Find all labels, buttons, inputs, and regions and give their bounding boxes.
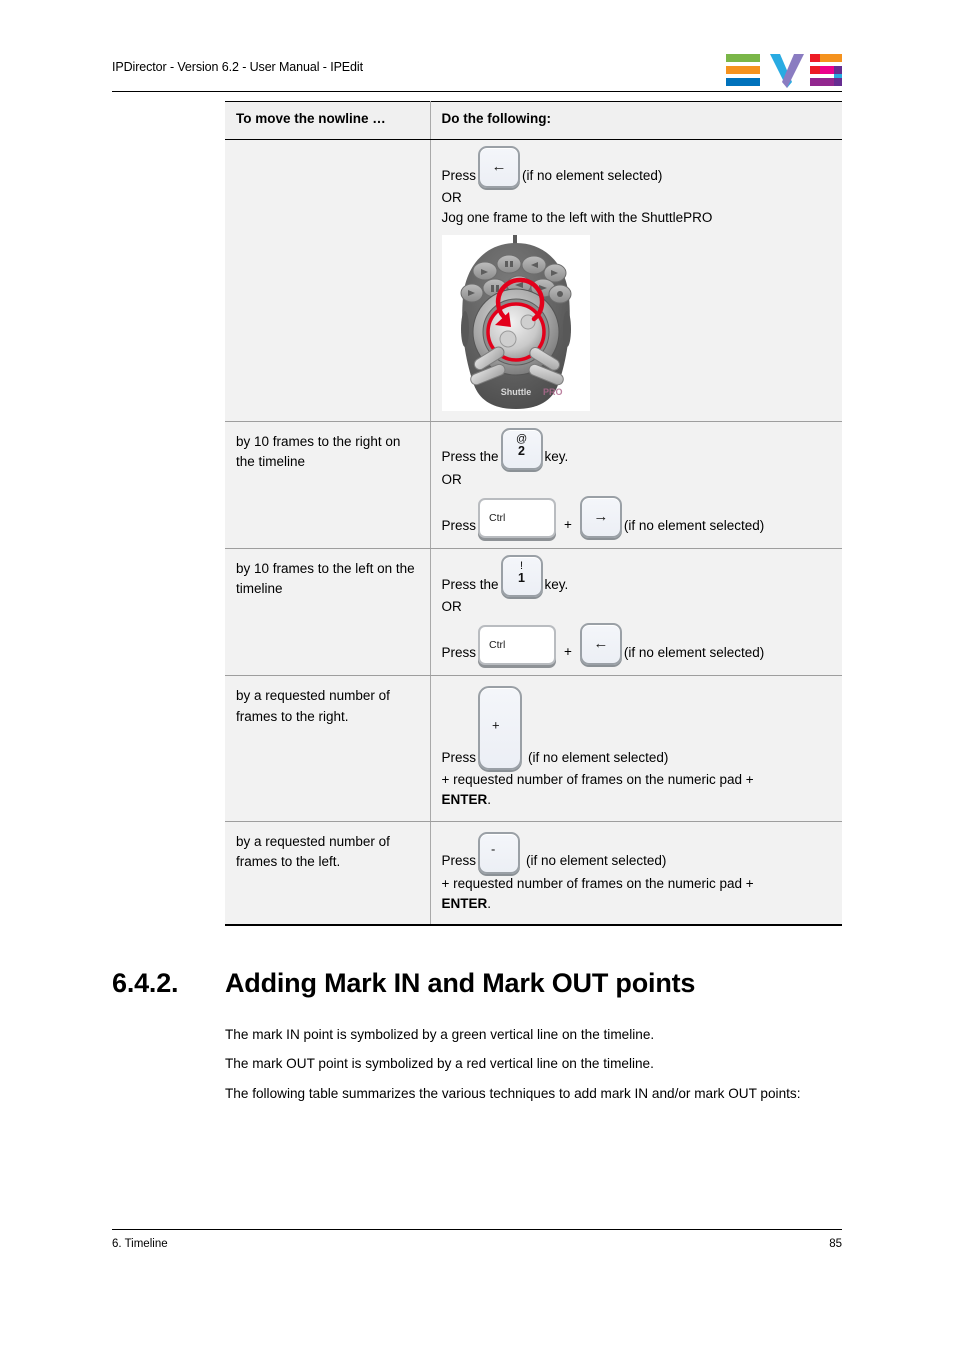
numeric-1-key-label: ! 1 <box>503 560 541 585</box>
right-arrow-key[interactable]: → <box>579 495 622 538</box>
row-action-cell: by a requested number of frames to the r… <box>225 675 431 822</box>
svg-text:PRO: PRO <box>543 387 563 397</box>
left-arrow-key[interactable]: ← <box>478 146 521 188</box>
table-row: by a requested number of frames to the l… <box>225 821 842 926</box>
enter-keyword: ENTER <box>441 895 488 911</box>
ctrl-key[interactable]: Ctrl <box>478 625 557 665</box>
numpad-minus-key[interactable]: - <box>478 831 521 874</box>
ctrl-key-label: Ctrl <box>489 639 506 651</box>
numeric-pad-note: + requested number of frames on the nume… <box>441 772 754 787</box>
table-row: by a requested number of frames to the r… <box>225 675 842 822</box>
press-label: Press <box>441 644 477 660</box>
row-steps-cell: Press the ! 1 key. OR Press Ctrl + ← (if… <box>430 548 842 677</box>
footer-page-number: 85 <box>829 1238 842 1250</box>
document-page: IPDirector - Version 6.2 - User Manual -… <box>0 0 954 1350</box>
section-heading: 6.4.2. Adding Mark IN and Mark OUT points <box>112 968 852 999</box>
row-action-cell <box>225 139 431 422</box>
press-label: Press <box>441 167 477 183</box>
press-left-arrow-instruction: Press ← (if no element selected) <box>442 146 835 188</box>
or-label: OR <box>441 471 462 487</box>
numeric-2-key[interactable]: @ 2 <box>500 427 543 470</box>
condition-label: (if no element selected) <box>522 167 663 183</box>
header-title: IPDirector - Version 6.2 - User Manual -… <box>112 60 363 74</box>
row-steps-cell: Press the @ 2 key. OR Press Ctrl + → (if… <box>430 421 842 549</box>
condition-label: (if no element selected) <box>528 749 669 765</box>
key-suffix-label: key. <box>544 576 569 592</box>
footer-divider <box>112 1229 842 1231</box>
page-header: IPDirector - Version 6.2 - User Manual -… <box>112 52 842 92</box>
evs-logo <box>726 52 842 90</box>
column-header-steps: Do the following: <box>430 101 842 140</box>
shuttlepro-device-image: Shuttle PRO <box>441 234 590 411</box>
numeric-pad-note: + requested number of frames on the nume… <box>441 875 754 891</box>
row-action-label: by 10 frames to the left on the timeline <box>236 560 415 597</box>
or-label: OR <box>441 190 462 205</box>
right-arrow-icon: → <box>593 507 609 525</box>
svg-text:Shuttle: Shuttle <box>500 387 531 397</box>
plus-separator: + <box>564 516 572 532</box>
numeric-2-key-label: @ 2 <box>503 433 541 458</box>
table-row: by 10 frames to the left on the timeline… <box>225 548 842 677</box>
numeric-1-key[interactable]: ! 1 <box>500 554 543 597</box>
left-arrow-icon: ← <box>491 158 507 176</box>
row-action-label: by 10 frames to the right on the timelin… <box>236 433 401 470</box>
row-action-label: by a requested number of frames to the r… <box>236 688 390 724</box>
enter-keyword: ENTER <box>441 792 488 808</box>
condition-label: (if no element selected) <box>623 517 765 533</box>
press-label: Press <box>441 853 477 869</box>
or-label: OR <box>441 598 462 614</box>
paragraph-mark-out: The mark OUT point is symbolized by a re… <box>225 1056 654 1071</box>
press-ctrl-right-instruction: Press Ctrl + → (if no element selected) <box>441 495 835 538</box>
enter-note-tail: . <box>487 792 492 808</box>
key-suffix-label: key. <box>544 449 569 465</box>
ctrl-key-label: Ctrl <box>489 511 506 524</box>
row-action-cell: by 10 frames to the right on the timelin… <box>225 421 431 549</box>
press-numeric-2-instruction: Press the @ 2 key. <box>441 427 835 470</box>
left-arrow-icon: ← <box>593 635 609 653</box>
minus-icon: - <box>491 841 496 857</box>
plus-icon: + <box>492 717 500 733</box>
press-the-label: Press the <box>441 449 499 465</box>
jog-instruction: Jog one frame to the left with the Shutt… <box>441 210 713 226</box>
header-divider <box>112 91 842 92</box>
press-numpad-minus-instruction: Press - (if no element selected) <box>441 831 835 874</box>
row-steps-cell: Press ← (if no element selected) OR Jog … <box>430 139 842 422</box>
row-action-cell: by 10 frames to the left on the timeline <box>225 548 431 677</box>
section-number: 6.4.2. <box>112 968 179 998</box>
condition-label: (if no element selected) <box>623 644 765 660</box>
press-ctrl-left-instruction: Press Ctrl + ← (if no element selected) <box>442 623 835 665</box>
column-header-action: To move the nowline … <box>225 101 431 140</box>
enter-note: ENTER. <box>442 894 835 914</box>
numpad-plus-key[interactable]: + <box>478 686 523 770</box>
left-arrow-key[interactable]: ← <box>579 623 622 665</box>
table-header-row: To move the nowline … Do the following: <box>225 101 842 140</box>
row-action-label: by a requested number of frames to the l… <box>236 833 390 870</box>
nowline-shortcuts-table: To move the nowline … Do the following: … <box>225 101 842 926</box>
row-action-cell: by a requested number of frames to the l… <box>225 821 431 926</box>
press-the-label: Press the <box>441 576 499 592</box>
condition-label: (if no element selected) <box>526 853 667 869</box>
plus-separator: + <box>564 643 572 659</box>
press-numeric-1-instruction: Press the ! 1 key. <box>441 554 835 597</box>
row-steps-cell: Press - (if no element selected) + reque… <box>430 821 842 926</box>
press-label: Press <box>441 517 477 533</box>
press-numpad-plus-instruction: Press + (if no element selected) <box>442 686 835 770</box>
press-label: Press <box>441 749 477 765</box>
paragraph-mark-in: The mark IN point is symbolized by a gre… <box>225 1027 655 1042</box>
key-bottom-char: 1 <box>518 570 525 585</box>
row-steps-cell: Press + (if no element selected) + reque… <box>430 675 842 822</box>
table-row: Press ← (if no element selected) OR Jog … <box>225 139 842 422</box>
enter-note-tail: . <box>487 895 492 911</box>
paragraph-intro: The following table summarizes the vario… <box>225 1086 801 1101</box>
section-title: Adding Mark IN and Mark OUT points <box>225 968 696 998</box>
enter-note: ENTER. <box>442 790 835 810</box>
key-bottom-char: 2 <box>518 443 525 458</box>
ctrl-key[interactable]: Ctrl <box>478 497 557 538</box>
table-row: by 10 frames to the right on the timelin… <box>225 421 842 549</box>
